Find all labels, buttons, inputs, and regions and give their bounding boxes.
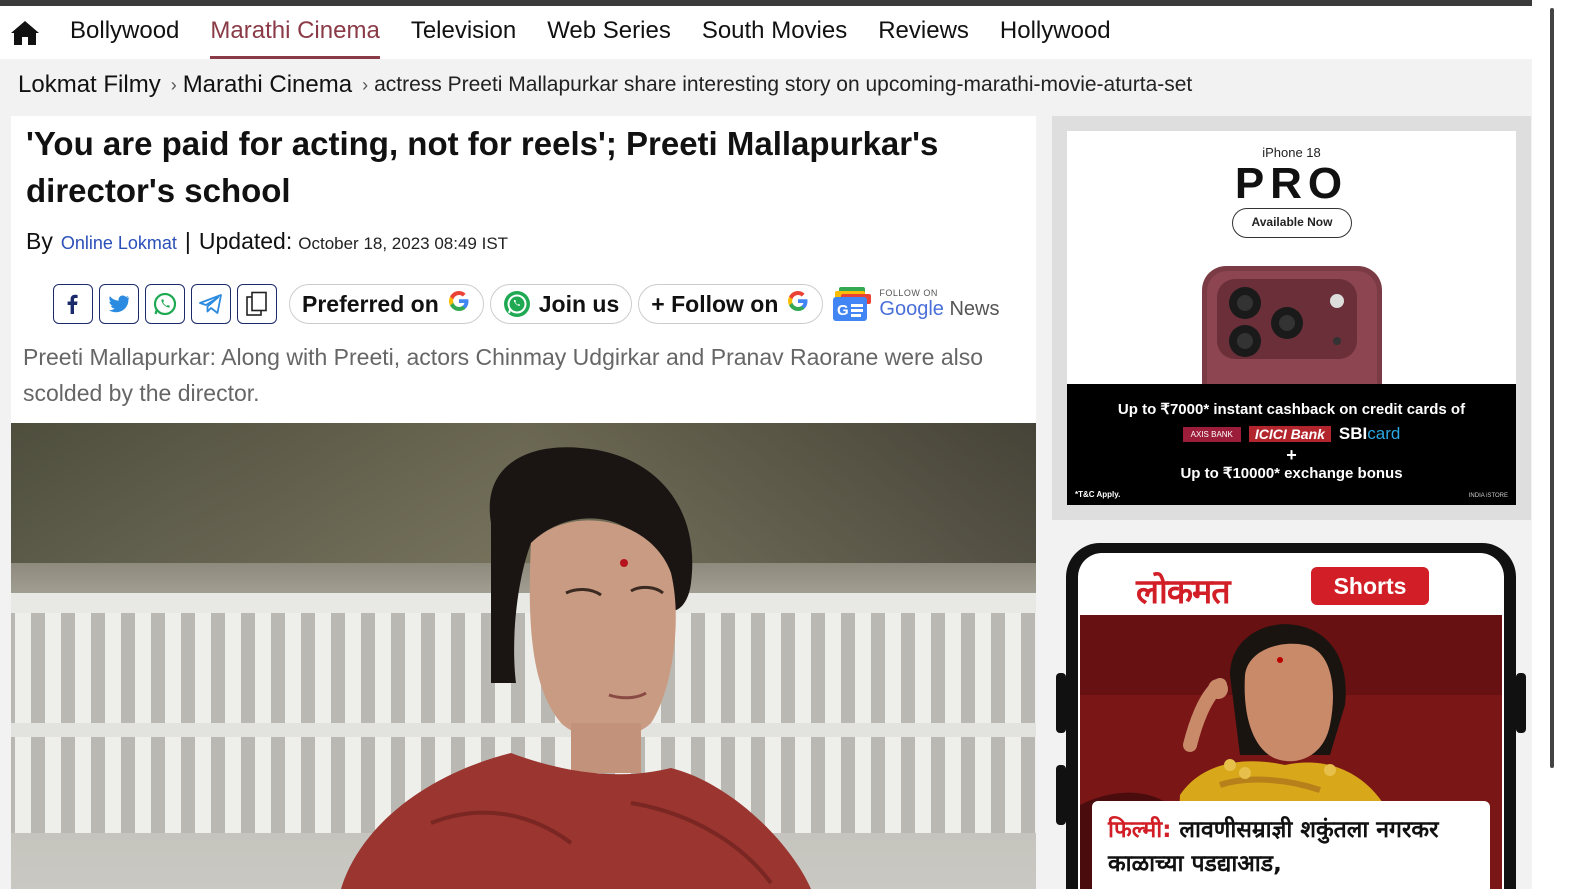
byline: By Online Lokmat | Updated: October 18, …: [26, 228, 508, 255]
sidebar-ad-container: iPhone 18 PRO Available Now Up to ₹7000*…: [1052, 116, 1531, 520]
icici-bank-logo: ICICI Bank: [1248, 426, 1331, 442]
ad-offer-exchange: Up to ₹10000* exchange bonus: [1180, 465, 1403, 482]
phone-side-button: [1516, 673, 1526, 733]
nav-item-marathi-cinema[interactable]: Marathi Cinema: [210, 6, 381, 59]
by-label: By: [26, 228, 53, 254]
breadcrumb-current: actress Preeti Mallapurkar share interes…: [374, 73, 1193, 96]
telegram-icon[interactable]: [191, 284, 231, 324]
article-hero-image[interactable]: [11, 423, 1036, 889]
ad-bank-logos: AXIS BANK ICICI Bank SBIcard: [1067, 424, 1516, 444]
article-headline: 'You are paid for acting, not for reels'…: [26, 125, 939, 209]
phone-side-button: [1056, 673, 1066, 733]
follow-label: + Follow on: [651, 290, 779, 317]
ad-brand: iPhone 18: [1262, 145, 1321, 160]
article-header: 'You are paid for acting, not for reels'…: [11, 116, 1036, 426]
lokmat-logo: लोकमत: [1136, 572, 1231, 612]
ad-offer-plus: +: [1286, 445, 1297, 465]
ad-available-now-button[interactable]: Available Now: [1232, 208, 1352, 238]
scrollbar-thumb[interactable]: [1550, 8, 1554, 768]
byline-separator: |: [184, 228, 191, 254]
ad-terms: *T&C Apply.: [1075, 490, 1121, 499]
nav-item-web-series[interactable]: Web Series: [547, 6, 671, 59]
shorts-category-tag: फिल्मी:: [1108, 817, 1172, 843]
vertical-scrollbar[interactable]: [1532, 0, 1572, 889]
facebook-icon[interactable]: [53, 284, 93, 324]
nav-item-hollywood[interactable]: Hollywood: [1000, 6, 1111, 59]
publish-date: October 18, 2023 08:49 IST: [298, 234, 509, 253]
ad-model: PRO: [1234, 159, 1349, 208]
phone-side-button: [1056, 765, 1066, 825]
breadcrumb: Lokmat Filmy › Marathi Cinema › actress …: [18, 66, 1192, 104]
join-label: Join us: [538, 290, 620, 317]
shorts-thumbnail[interactable]: फिल्मी: लावणीसम्राज्ञी शकुंतला नगरकर काळ…: [1080, 615, 1502, 889]
google-news-icon: G: [833, 287, 873, 321]
shorts-card[interactable]: फिल्मी: लावणीसम्राज्ञी शकुंतला नगरकर काळ…: [1092, 801, 1490, 889]
whatsapp-icon[interactable]: [145, 284, 185, 324]
svg-text:G: G: [837, 302, 849, 319]
iphone-ad-banner[interactable]: iPhone 18 PRO Available Now Up to ₹7000*…: [1067, 131, 1516, 505]
gnews-follow-caption: FOLLOW ON: [879, 287, 938, 298]
nav-item-reviews[interactable]: Reviews: [878, 6, 969, 59]
follow-on-google-button[interactable]: + Follow on: [638, 284, 824, 324]
author-link[interactable]: Online Lokmat: [61, 233, 177, 254]
chevron-right-icon: ›: [362, 74, 369, 95]
ad-offer-cashback: Up to ₹7000* instant cashback on credit …: [1117, 401, 1466, 418]
nav-item-bollywood[interactable]: Bollywood: [70, 6, 179, 59]
lokmat-shorts-widget[interactable]: लोकमत Shorts फिल्मी: लावणीसम्राज्ञी शकुं…: [1056, 543, 1526, 889]
whatsapp-icon: [503, 290, 531, 318]
share-bar: Preferred on Join us + Follow on G FOLLO…: [53, 284, 1000, 324]
gnews-news-label: News: [943, 297, 1000, 320]
sbi-card-logo: SBIcard: [1338, 424, 1401, 443]
shorts-badge: Shorts: [1311, 567, 1429, 605]
home-icon[interactable]: [10, 18, 44, 48]
breadcrumb-section[interactable]: Marathi Cinema: [183, 71, 352, 99]
google-g-icon: [786, 289, 810, 319]
nav-item-television[interactable]: Television: [411, 6, 516, 59]
google-g-icon: [447, 289, 471, 319]
twitter-icon[interactable]: [99, 284, 139, 324]
main-nav: Bollywood Marathi Cinema Television Web …: [0, 6, 1532, 59]
gnews-google-label: Google: [879, 297, 944, 320]
article-summary: Preeti Mallapurkar: Along with Preeti, a…: [23, 344, 984, 406]
preferred-label: Preferred on: [302, 290, 439, 317]
iphone-image: [1197, 261, 1387, 406]
google-news-follow-button[interactable]: G FOLLOW ON Google News: [833, 287, 1000, 321]
updated-label: Updated:: [198, 228, 293, 254]
copy-icon[interactable]: [237, 284, 277, 324]
istore-logo: INDIA iSTORE: [1468, 493, 1508, 499]
chevron-right-icon: ›: [170, 74, 177, 95]
shorts-screen: लोकमत Shorts फिल्मी: लावणीसम्राज्ञी शकुं…: [1078, 553, 1504, 889]
join-whatsapp-button[interactable]: Join us: [489, 284, 633, 324]
breadcrumb-home[interactable]: Lokmat Filmy: [18, 71, 161, 99]
ad-offer-panel: Up to ₹7000* instant cashback on credit …: [1067, 384, 1516, 505]
nav-item-south-movies[interactable]: South Movies: [702, 6, 847, 59]
axis-bank-logo: AXIS BANK: [1182, 426, 1241, 442]
preferred-on-google-button[interactable]: Preferred on: [289, 284, 484, 324]
